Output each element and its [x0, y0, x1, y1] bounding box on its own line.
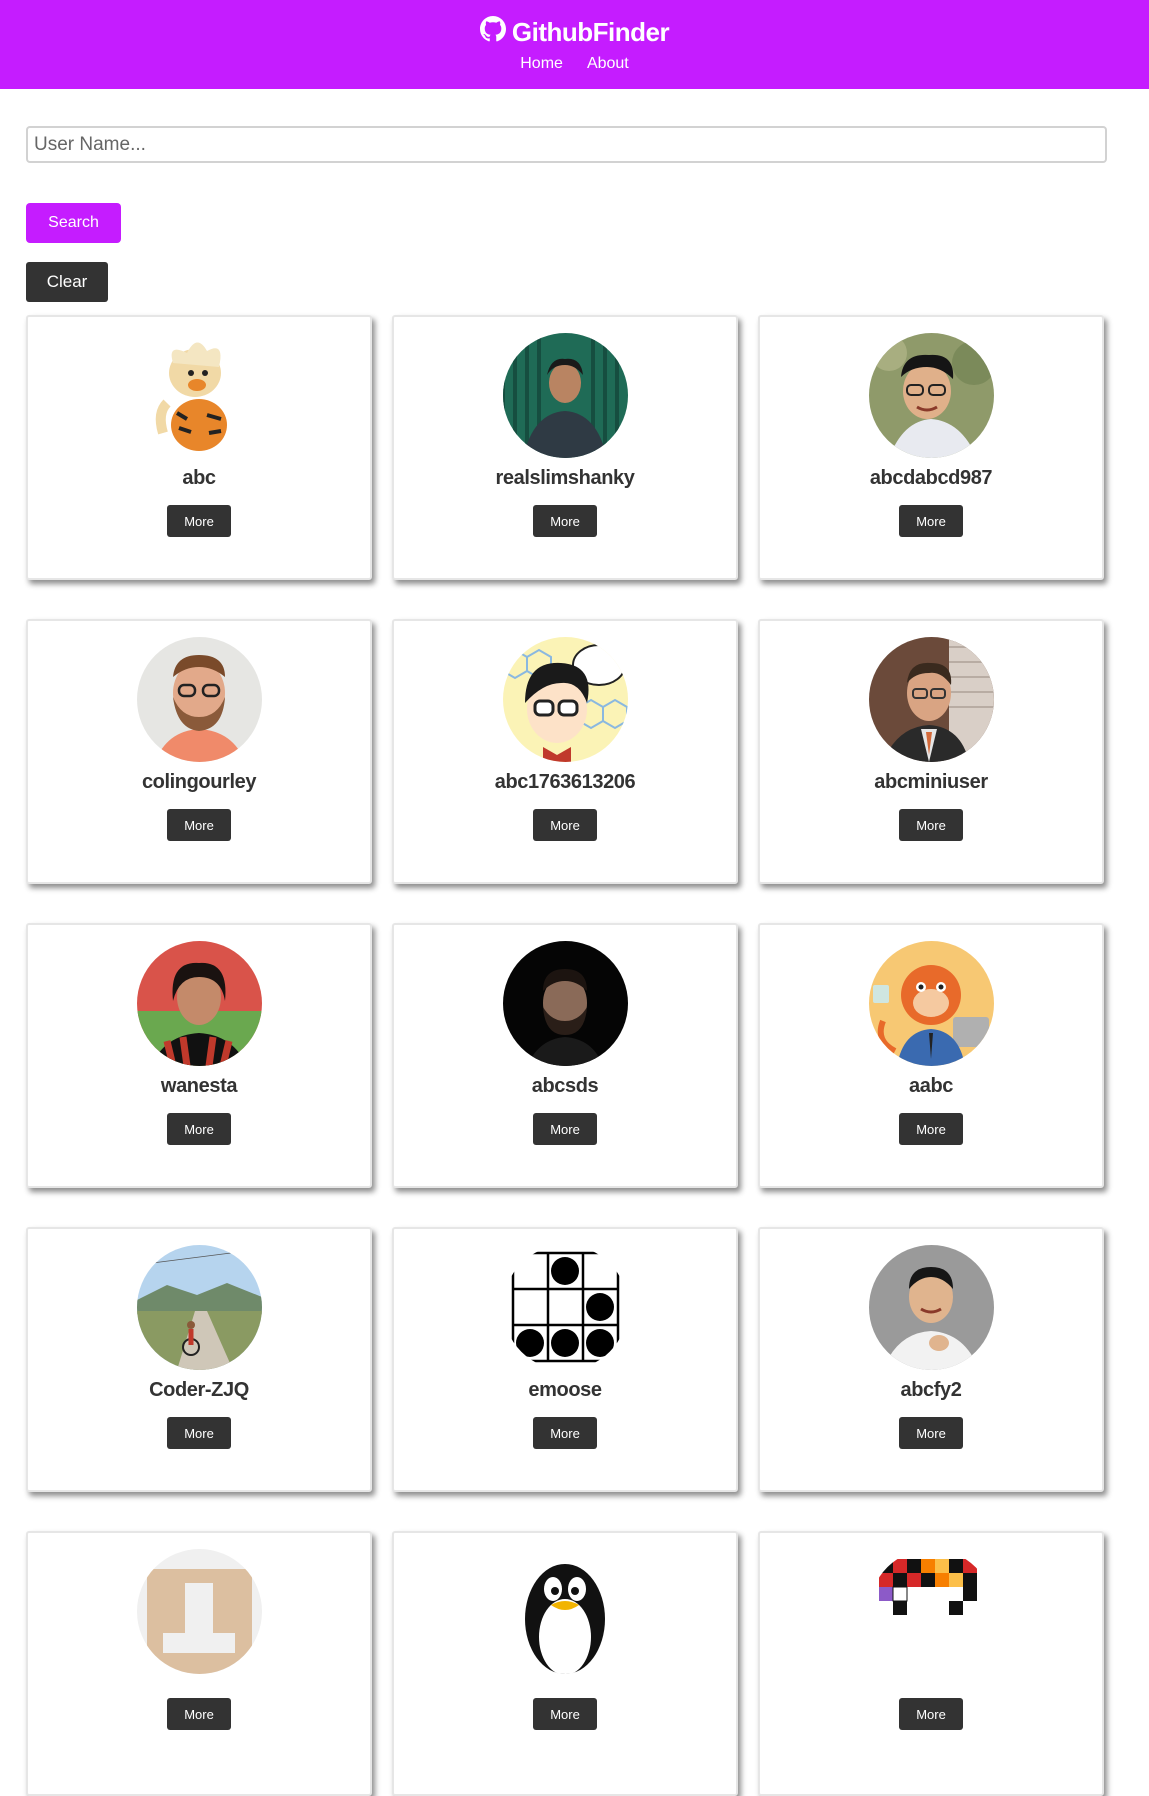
user-avatar: [136, 1549, 262, 1674]
person-photo-icon: [868, 333, 994, 458]
more-button[interactable]: More: [533, 1113, 597, 1145]
user-avatar: [868, 1549, 994, 1674]
more-button[interactable]: More: [167, 809, 231, 841]
main-content: Search Clear abc More: [0, 126, 1149, 1796]
nav-link-about[interactable]: About: [587, 55, 629, 73]
user-avatar: [502, 1245, 628, 1370]
github-icon: [479, 16, 506, 49]
user-avatar: [502, 333, 628, 458]
person-photo-icon: [136, 637, 262, 762]
user-avatar: [502, 941, 628, 1066]
more-button[interactable]: More: [899, 809, 963, 841]
user-avatar: [136, 941, 262, 1066]
user-login: realslimshanky: [495, 467, 635, 489]
user-login: abcfy2: [900, 1379, 962, 1401]
person-photo-icon: [502, 941, 628, 1066]
more-button[interactable]: More: [167, 1113, 231, 1145]
navbar: GithubFinder Home About: [0, 0, 1149, 89]
user-card: abc1763613206 More: [392, 619, 738, 884]
user-login: aabc: [909, 1075, 953, 1097]
user-login: wanesta: [160, 1075, 238, 1097]
users-grid: abc More realslimshanky More abcdabcd987…: [26, 315, 1123, 1796]
more-button[interactable]: More: [167, 505, 231, 537]
user-avatar: [136, 1245, 262, 1370]
brand-title: GithubFinder: [511, 17, 670, 47]
user-login: abcminiuser: [874, 771, 988, 793]
more-button[interactable]: More: [533, 809, 597, 841]
tux-penguin-icon: [502, 1549, 628, 1674]
more-button[interactable]: More: [533, 1417, 597, 1449]
user-login: abcdabcd987: [869, 467, 993, 489]
user-card: abcdabcd987 More: [758, 315, 1104, 580]
user-card: emoose More: [392, 1227, 738, 1492]
nav-links: Home About: [520, 55, 629, 73]
person-photo-icon: [868, 1245, 994, 1370]
more-button[interactable]: More: [533, 1698, 597, 1730]
more-button[interactable]: More: [167, 1698, 231, 1730]
user-card: More: [758, 1531, 1104, 1796]
user-login: emoose: [528, 1379, 602, 1401]
user-card: abcminiuser More: [758, 619, 1104, 884]
identicon-icon: [136, 1549, 262, 1674]
user-card: colingourley More: [26, 619, 372, 884]
monkey-avatar-icon: [868, 941, 994, 1066]
user-login: colingourley: [141, 771, 257, 793]
user-card: realslimshanky More: [392, 315, 738, 580]
pixel-art-icon: [868, 1549, 994, 1674]
more-button[interactable]: More: [533, 505, 597, 537]
glider-icon: [502, 1245, 628, 1370]
user-avatar: [868, 1245, 994, 1370]
more-button[interactable]: More: [167, 1417, 231, 1449]
user-avatar: [868, 637, 994, 762]
user-card: More: [392, 1531, 738, 1796]
pokemon-avatar-icon: [136, 333, 262, 458]
search-button[interactable]: Search: [26, 203, 121, 243]
user-avatar: [502, 1549, 628, 1674]
user-avatar: [502, 637, 628, 762]
search-input[interactable]: [26, 126, 1107, 163]
user-card: aabc More: [758, 923, 1104, 1188]
user-avatar: [868, 941, 994, 1066]
user-card: abcsds More: [392, 923, 738, 1188]
user-login: abc1763613206: [494, 771, 636, 793]
user-login: abcsds: [531, 1075, 599, 1097]
user-card: abcfy2 More: [758, 1227, 1104, 1492]
more-button[interactable]: More: [899, 1417, 963, 1449]
user-avatar: [136, 637, 262, 762]
user-avatar: [868, 333, 994, 458]
clear-button[interactable]: Clear: [26, 262, 108, 302]
user-card: Coder-ZJQ More: [26, 1227, 372, 1492]
person-photo-icon: [868, 637, 994, 762]
person-photo-icon: [502, 333, 628, 458]
person-photo-icon: [136, 941, 262, 1066]
more-button[interactable]: More: [899, 505, 963, 537]
user-login: abc: [182, 467, 216, 489]
nav-link-home[interactable]: Home: [520, 55, 563, 73]
user-card: abc More: [26, 315, 372, 580]
more-button[interactable]: More: [899, 1113, 963, 1145]
user-avatar: [136, 333, 262, 458]
user-card: More: [26, 1531, 372, 1796]
user-card: wanesta More: [26, 923, 372, 1188]
more-button[interactable]: More: [899, 1698, 963, 1730]
user-login: Coder-ZJQ: [149, 1379, 249, 1401]
landscape-photo-icon: [136, 1245, 262, 1370]
brand[interactable]: GithubFinder: [479, 16, 670, 49]
cartoon-avatar-icon: [502, 637, 628, 762]
